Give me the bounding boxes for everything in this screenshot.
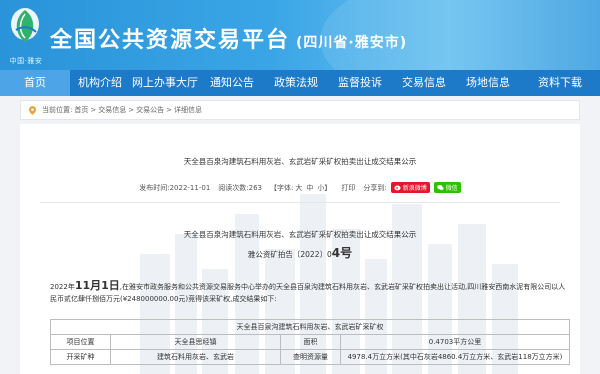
table-cell: 面积 (280, 334, 341, 350)
font-size-small-link[interactable]: 小】 (317, 183, 331, 193)
weibo-icon (394, 185, 401, 191)
wechat-icon (436, 184, 444, 191)
publish-label: 发布时间: (139, 183, 170, 192)
table-cell: 查明资源量 (280, 349, 341, 365)
paragraph-year: 2022年 (50, 283, 75, 291)
breadcrumb-separator: > (90, 106, 97, 114)
meta-divider (40, 202, 560, 203)
document-number: 雅公资矿拍告〔2022〕04号 (20, 244, 580, 261)
nav-item-complaints[interactable]: 监督投诉 (328, 70, 392, 96)
table-header-cell: 天全县百泉沟建筑石料用灰岩、玄武岩矿采矿权 (50, 319, 570, 335)
main-nav: 首页 机构介绍 网上办事大厅 通知公告 政策法规 监督投诉 交易信息 场地信息 … (0, 70, 600, 96)
font-size-large-link[interactable]: 大 (295, 183, 302, 193)
paragraph-date: 11月1日 (74, 279, 120, 292)
article-subtitle: 天全县百泉沟建筑石料用灰岩、玄武岩矿采矿权拍卖出让成交结果公示 (183, 230, 417, 239)
breadcrumb-item-announcements[interactable]: 交易公告 (136, 105, 164, 115)
article-title: 天全县百泉沟建筑石料用灰岩、玄武岩矿采矿权拍卖出让成交结果公示 (183, 157, 417, 166)
table-row: 项目位置 天全县思经镇 面积 0.4703平方公里 (50, 334, 570, 350)
share-weibo-label: 新浪微博 (402, 185, 427, 192)
share-weibo-button[interactable]: 新浪微博 (390, 182, 430, 193)
document-number-prefix: 雅公资矿拍告〔2022〕0 (247, 250, 332, 259)
table-cell: 建筑石料用灰岩、玄武岩 (110, 349, 281, 365)
breadcrumb-item-detail: 详细信息 (173, 106, 202, 114)
nav-item-trade-info[interactable]: 交易信息 (392, 70, 456, 96)
table-cell: 0.4703平方公里 (340, 334, 570, 350)
publish-date: 2022-11-01 (169, 183, 211, 192)
table-cell: 天全县思经镇 (110, 334, 281, 350)
breadcrumb-item-trade-info[interactable]: 交易信息 (98, 105, 126, 115)
logo-text: 中国·雅安 (9, 57, 43, 65)
nav-item-home[interactable]: 首页 (0, 70, 70, 96)
site-title-main: 全国公共资源交易平台 (50, 28, 291, 53)
article-meta: 发布时间: 2022-11-01 阅读次数: 263 【字体: 大 中 小】 打… (20, 182, 580, 193)
article-paragraph: 2022年11月1日,在雅安市政务服务和公共资源交易服务中心举办的天全县百泉沟建… (50, 280, 570, 305)
table-row: 开采矿种 建筑石料用灰岩、玄武岩 查明资源量 4978.4万立方米(其中石灰岩4… (50, 349, 570, 365)
nav-item-policies[interactable]: 政策法规 (264, 70, 328, 96)
nav-item-about[interactable]: 机构介绍 (70, 70, 130, 96)
views-label: 阅读次数: (218, 183, 249, 192)
nav-item-venue-info[interactable]: 场地信息 (456, 70, 520, 96)
nav-item-online-hall[interactable]: 网上办事大厅 (130, 70, 200, 96)
document-number-suffix: 4号 (331, 246, 353, 260)
breadcrumb-separator: > (166, 106, 172, 114)
table-header-row: 天全县百泉沟建筑石料用灰岩、玄武岩矿采矿权 (50, 319, 570, 335)
paragraph-text: ,在雅安市政务服务和公共资源交易服务中心举办的天全县百泉沟建筑石料用灰岩、玄武岩… (50, 283, 566, 303)
nav-item-downloads[interactable]: 资料下载 (520, 70, 600, 96)
nav-item-notices[interactable]: 通知公告 (200, 70, 264, 96)
breadcrumb-item-home[interactable]: 首页 (74, 105, 88, 115)
breadcrumb-prefix: 当前位置: (42, 106, 73, 114)
site-logo-icon[interactable] (6, 4, 44, 56)
views-count: 263 (248, 183, 263, 192)
print-link[interactable]: 打印 (341, 183, 355, 193)
breadcrumb: 当前位置: 首页 > 交易信息 > 交易公告 > 详细信息 (20, 100, 580, 120)
site-header: 中国·雅安 全国公共资源交易平台 (四川省·雅安市) (0, 0, 600, 70)
result-table: 天全县百泉沟建筑石料用灰岩、玄武岩矿采矿权 项目位置 天全县思经镇 面积 0.4… (50, 319, 570, 365)
breadcrumb-separator: > (128, 106, 135, 114)
font-size-medium-link[interactable]: 中 (306, 183, 313, 193)
table-cell: 开采矿种 (50, 349, 111, 365)
table-cell: 4978.4万立方米(其中石灰岩4860.4万立方米、玄武岩118万立方米) (340, 349, 570, 365)
font-size-label: 【字体: (270, 183, 294, 192)
site-title-region: (四川省·雅安市) (296, 35, 408, 51)
site-title: 全国公共资源交易平台 (四川省·雅安市) (50, 22, 407, 54)
share-label: 分享到: (363, 183, 387, 192)
share-wechat-button[interactable]: 微信 (433, 182, 461, 193)
article-panel: 天全县百泉沟建筑石料用灰岩、玄武岩矿采矿权拍卖出让成交结果公示 发布时间: 20… (20, 124, 580, 374)
share-wechat-label: 微信 (445, 185, 458, 192)
table-cell: 项目位置 (50, 334, 111, 350)
location-pin-icon (29, 105, 36, 115)
